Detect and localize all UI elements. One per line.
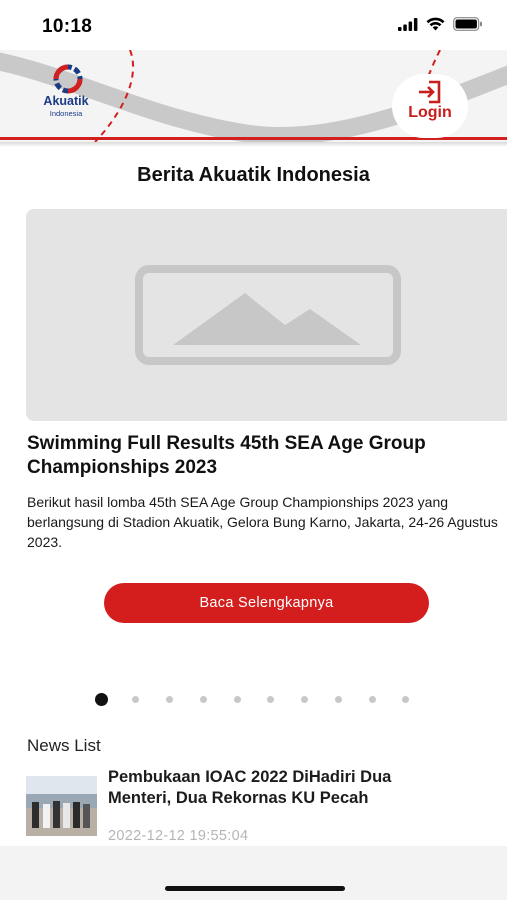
read-more-button[interactable]: Baca Selengkapnya xyxy=(104,583,429,623)
carousel-pager xyxy=(0,692,507,706)
pager-dot[interactable] xyxy=(335,696,342,703)
pager-dot[interactable] xyxy=(200,696,207,703)
app-logo: Akuatik Indonesia xyxy=(34,64,102,122)
battery-icon xyxy=(453,17,482,31)
pager-dot[interactable] xyxy=(402,696,409,703)
home-indicator[interactable] xyxy=(165,886,345,891)
news-item-title: Pembukaan IOAC 2022 DiHadiri Dua Menteri… xyxy=(108,768,392,807)
news-list-item[interactable]: Pembukaan IOAC 2022 DiHadiri Dua Menteri… xyxy=(26,766,496,844)
status-time: 10:18 xyxy=(42,16,93,37)
logo-subtitle: Indonesia xyxy=(49,109,83,118)
news-item-date: 2022-12-12 19:55:04 xyxy=(108,828,249,844)
login-label: Login xyxy=(408,104,452,121)
featured-news-image[interactable] xyxy=(26,209,507,421)
pager-dot[interactable] xyxy=(301,696,308,703)
pager-dot[interactable] xyxy=(369,696,376,703)
login-icon xyxy=(419,80,441,104)
pager-dot[interactable] xyxy=(234,696,241,703)
pager-dot[interactable] xyxy=(132,696,139,703)
news-list-heading: News List xyxy=(27,736,101,755)
wifi-icon xyxy=(426,17,445,31)
image-placeholder-icon xyxy=(135,265,401,365)
pager-dot[interactable] xyxy=(166,696,173,703)
status-icons xyxy=(398,17,483,31)
pager-dot-active[interactable] xyxy=(95,693,108,706)
featured-news-title[interactable]: Swimming Full Results 45th SEA Age Group… xyxy=(27,432,487,480)
bottom-bar xyxy=(0,846,507,900)
news-thumbnail xyxy=(26,776,97,836)
page-title: Berita Akuatik Indonesia xyxy=(137,164,370,186)
signal-icon xyxy=(398,17,418,31)
login-button[interactable]: Login xyxy=(392,74,468,138)
logo-name: Akuatik xyxy=(43,94,89,108)
pager-dot[interactable] xyxy=(267,696,274,703)
header-shadow xyxy=(0,142,507,147)
status-bar: 10:18 xyxy=(0,0,507,50)
featured-news-description: Berikut hasil lomba 45th SEA Age Group C… xyxy=(27,494,498,550)
logo-rings-icon xyxy=(53,64,83,94)
